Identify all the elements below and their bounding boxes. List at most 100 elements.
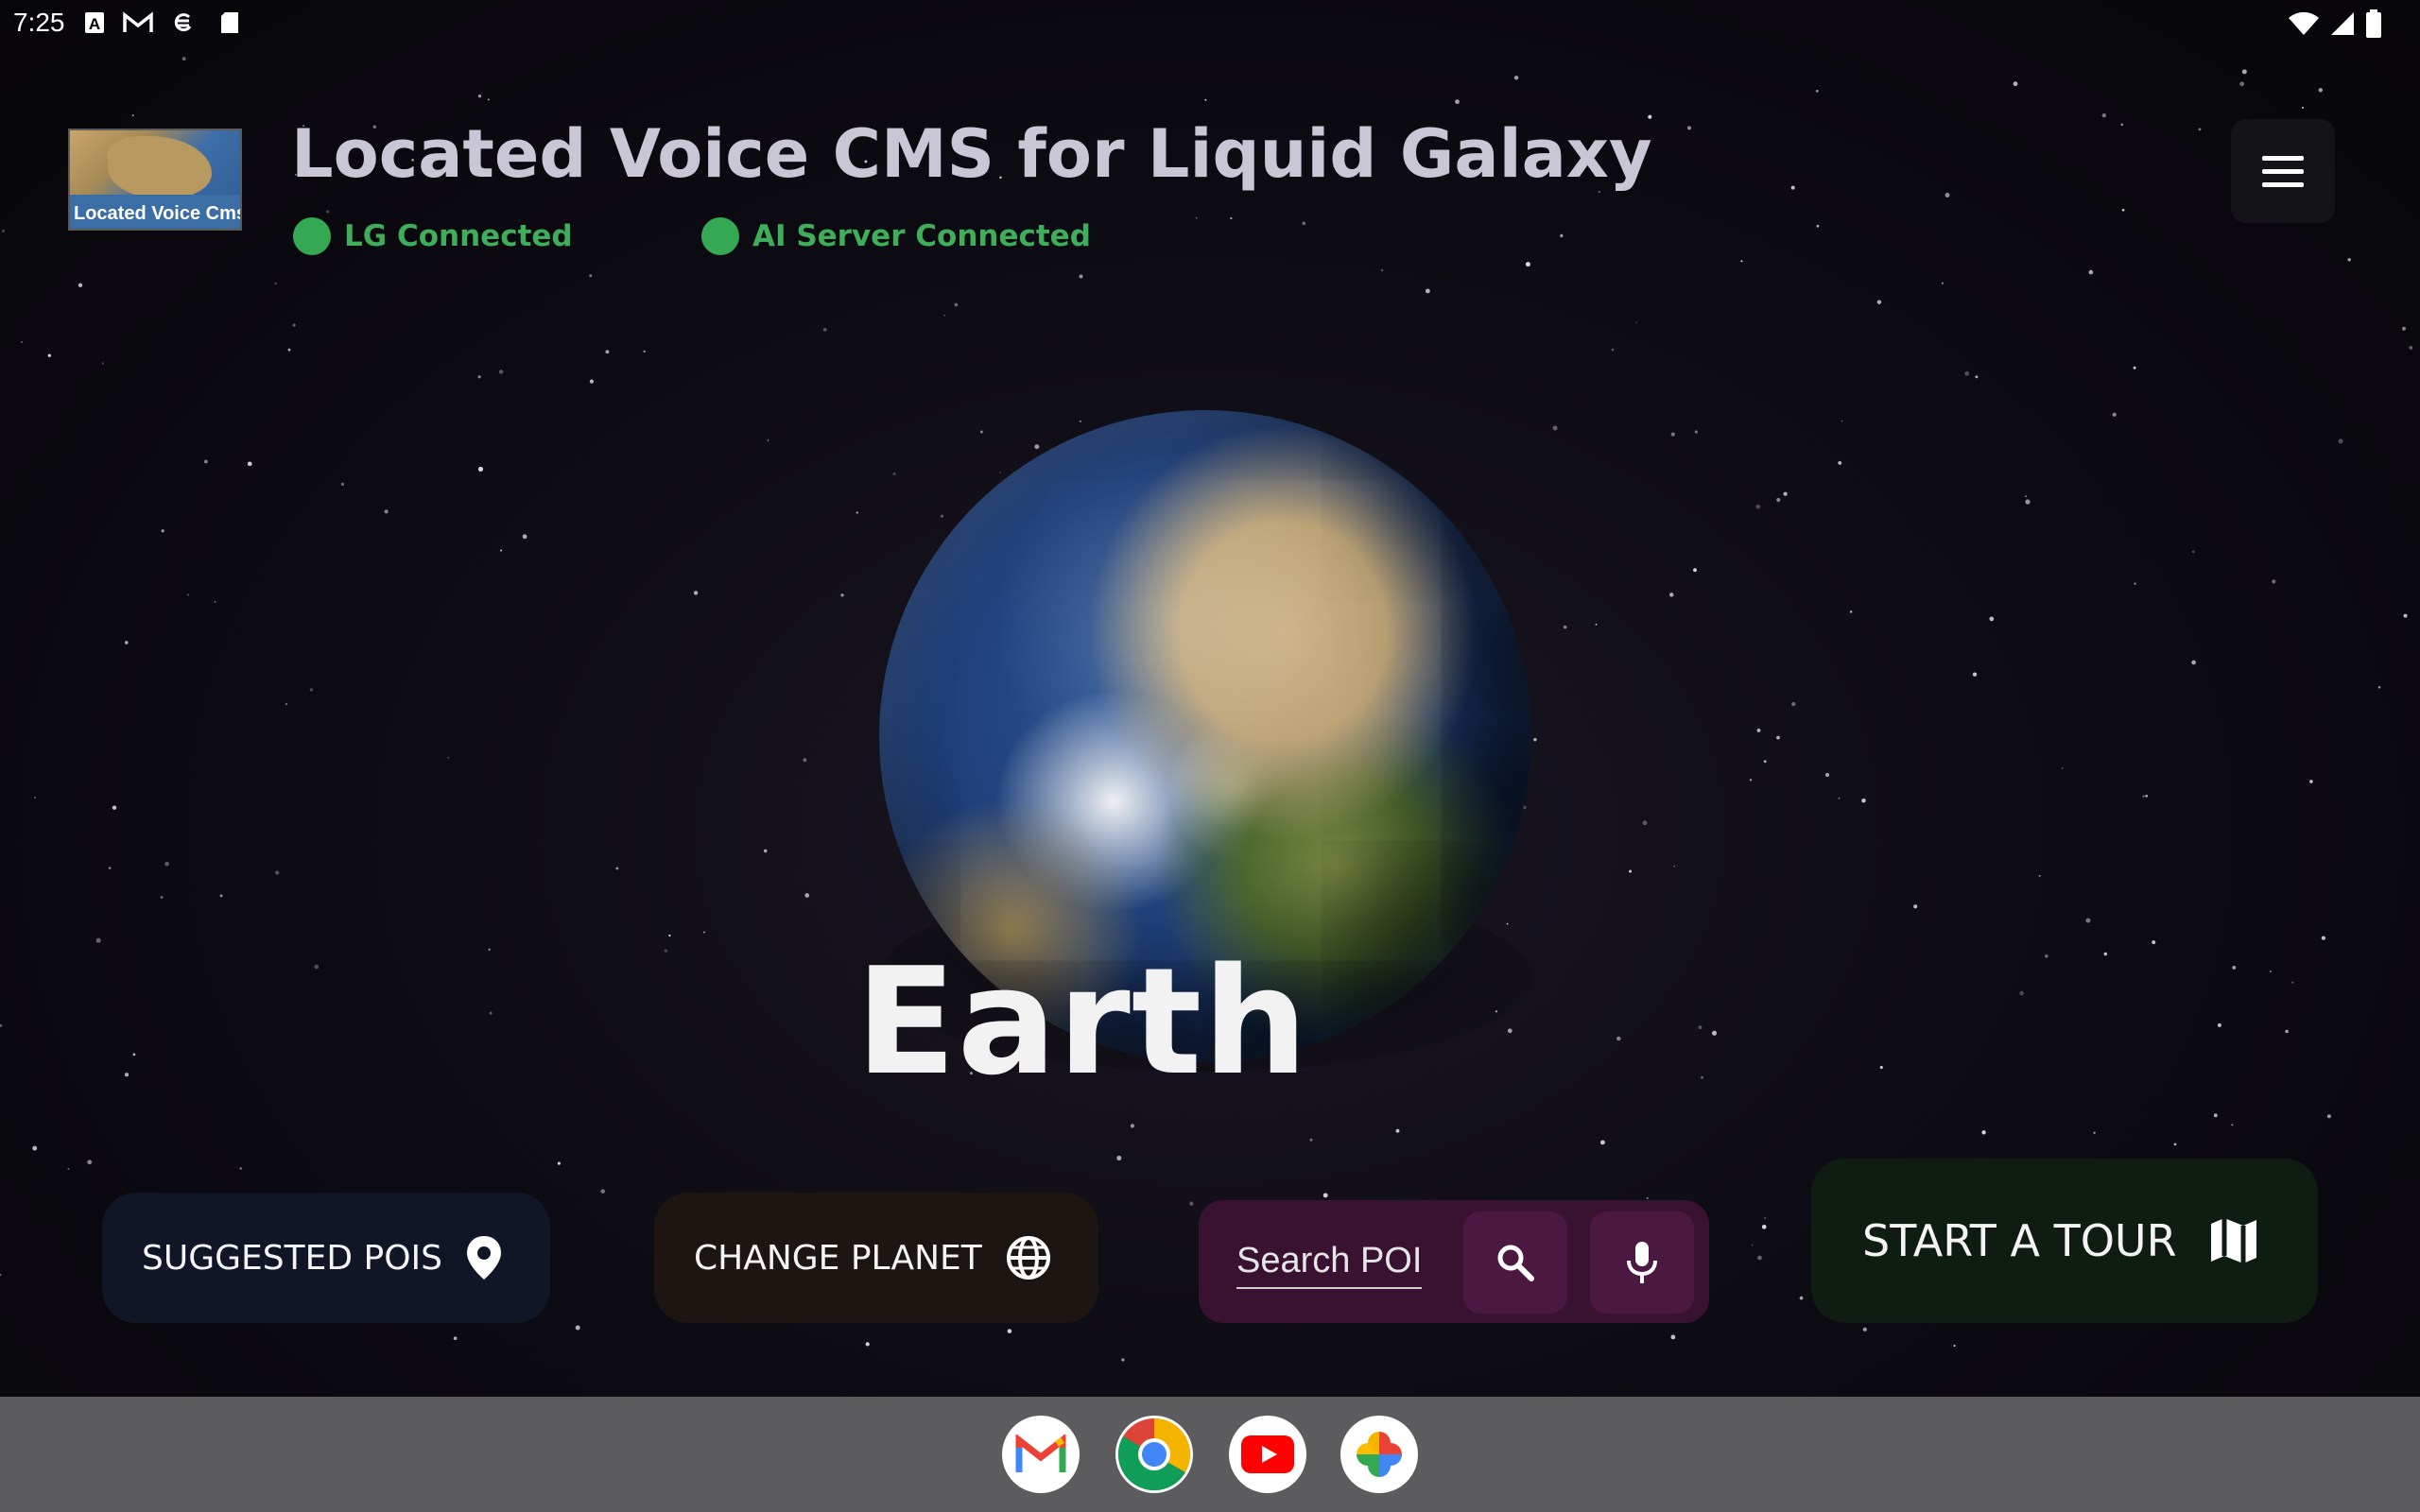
star — [643, 350, 646, 353]
star — [940, 514, 944, 518]
star — [1945, 193, 1950, 198]
star — [95, 937, 101, 943]
star — [2217, 1022, 2221, 1027]
app-dock — [0, 1397, 2420, 1512]
star — [1595, 623, 1598, 626]
voice-input-button[interactable] — [1590, 1211, 1694, 1314]
search-poi-input[interactable] — [1236, 1234, 1422, 1289]
star — [1861, 798, 1866, 803]
gmail-notification-icon — [123, 11, 153, 32]
start-tour-label: START A TOUR — [1862, 1215, 2177, 1266]
star — [2173, 1143, 2177, 1146]
youtube-app-icon[interactable] — [1229, 1416, 1306, 1493]
menu-button[interactable] — [2231, 119, 2335, 223]
star — [1611, 348, 1615, 352]
star — [589, 379, 594, 384]
star — [1116, 1155, 1122, 1160]
star — [488, 948, 491, 952]
star — [1783, 491, 1788, 496]
star — [2145, 794, 2149, 798]
location-pin-icon — [465, 1234, 503, 1281]
star — [1455, 99, 1460, 105]
star — [1838, 797, 1841, 799]
star — [575, 1325, 580, 1331]
star — [124, 1073, 130, 1077]
star — [2191, 550, 2195, 554]
star — [161, 529, 164, 533]
star — [2038, 874, 2041, 877]
star — [1007, 1329, 1012, 1333]
search-button[interactable] — [1463, 1211, 1567, 1314]
star — [767, 438, 769, 441]
ai-server-status: AI Server Connected — [701, 217, 1091, 255]
star — [274, 282, 277, 285]
star — [1563, 625, 1567, 629]
star — [131, 114, 134, 117]
ai-status-label: AI Server Connected — [752, 219, 1091, 253]
star — [287, 348, 291, 352]
star — [763, 849, 768, 853]
star — [2101, 113, 2106, 118]
star — [1756, 728, 1761, 732]
star — [1506, 922, 1509, 925]
star — [109, 867, 112, 869]
star — [2301, 106, 2305, 110]
star — [2213, 1113, 2218, 1118]
star — [477, 466, 484, 472]
star — [1816, 224, 1820, 228]
star — [892, 472, 896, 475]
photos-app-icon[interactable] — [1340, 1416, 1418, 1493]
star — [1972, 672, 1978, 677]
star — [1799, 1296, 1804, 1300]
star — [2120, 123, 2123, 127]
star — [1791, 702, 1796, 707]
star — [2142, 795, 2145, 798]
star — [292, 323, 296, 327]
start-tour-button[interactable]: START A TOUR — [1811, 1159, 2318, 1323]
star — [1698, 1025, 1703, 1029]
star — [1790, 185, 1795, 190]
star — [275, 870, 280, 875]
star — [2269, 970, 2273, 972]
star — [2239, 81, 2245, 87]
star — [856, 511, 858, 514]
logo-map-shape — [108, 136, 212, 198]
star — [668, 934, 671, 937]
star — [2191, 660, 2196, 665]
star — [1130, 1124, 1135, 1128]
gmail-app-icon[interactable] — [1002, 1416, 1080, 1493]
star — [1552, 425, 1558, 431]
star — [1763, 760, 1767, 764]
battery-icon — [2366, 9, 2381, 38]
star — [1761, 1224, 1767, 1229]
star — [979, 430, 983, 434]
star — [1230, 216, 1233, 220]
star — [1426, 288, 1430, 294]
star — [1646, 1196, 1649, 1200]
star — [1941, 282, 1944, 284]
star — [2013, 81, 2018, 87]
star — [239, 1167, 243, 1170]
chrome-app-icon[interactable] — [1115, 1416, 1193, 1493]
suggested-pois-button[interactable]: SUGGESTED POIS — [102, 1193, 550, 1323]
star — [314, 964, 320, 970]
star — [309, 688, 314, 692]
star — [1964, 370, 1970, 376]
star — [101, 362, 105, 365]
star — [1711, 1030, 1718, 1036]
star — [1560, 233, 1564, 238]
star — [1322, 1193, 1328, 1198]
star — [1686, 126, 1692, 130]
change-planet-button[interactable]: CHANGE PLANET — [654, 1193, 1098, 1323]
text-a-icon: A — [85, 12, 104, 33]
star — [2088, 269, 2094, 275]
star — [0, 1273, 2, 1277]
star — [1395, 1128, 1400, 1133]
star — [1079, 420, 1081, 422]
star — [186, 593, 190, 596]
hamburger-menu-icon-bar — [2262, 181, 2304, 187]
star — [203, 459, 208, 464]
star — [67, 1167, 70, 1170]
status-dot-icon — [293, 217, 331, 255]
lg-connection-status: LG Connected — [293, 217, 573, 255]
